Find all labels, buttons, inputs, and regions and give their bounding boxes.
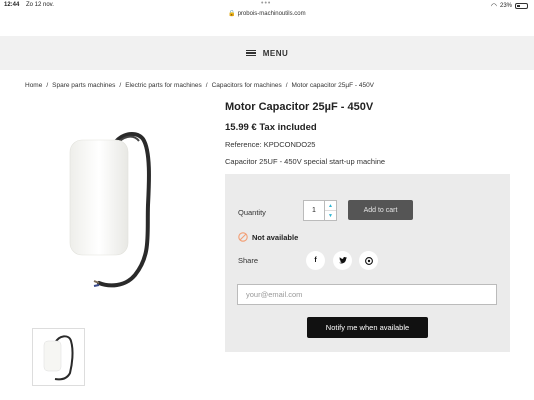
product-description: Capacitor 25UF - 450V special start-up m… [225, 157, 386, 166]
address-bar[interactable]: 🔒 probois-machinoutils.com [0, 10, 534, 17]
twitter-bird-icon [338, 257, 347, 264]
unavailable-icon [238, 232, 248, 242]
address-url: probois-machinoutils.com [237, 11, 306, 17]
status-time: 12:44 [4, 2, 20, 8]
quantity-input[interactable] [303, 200, 325, 221]
product-image[interactable] [55, 125, 165, 295]
battery-percent: 23% [499, 3, 512, 9]
notify-when-available-button[interactable]: Notify me when available [307, 317, 428, 338]
status-bar: 12:44 Zo 12 nov. ••• 🔒 probois-machinout… [0, 0, 534, 20]
lock-icon: 🔒 [228, 11, 236, 17]
breadcrumb-electric-parts[interactable]: Electric parts for machines [125, 82, 202, 89]
purchase-panel: Quantity ▲ ▼ Add to cart Not available S… [225, 174, 510, 352]
breadcrumb-spare-parts[interactable]: Spare parts machines [52, 82, 115, 89]
email-field[interactable] [237, 284, 497, 305]
twitter-icon[interactable] [333, 251, 352, 270]
quantity-label: Quantity [238, 208, 266, 217]
share-label: Share [238, 256, 259, 265]
product-title: Motor Capacitor 25µF - 450V [225, 101, 374, 113]
product-thumbnail[interactable] [32, 328, 85, 386]
chevron-down-icon[interactable]: ▼ [325, 211, 336, 221]
facebook-icon[interactable]: f [306, 251, 325, 270]
wifi-icon: ◠ [490, 3, 497, 10]
pinterest-icon[interactable] [359, 251, 378, 270]
menu-bar[interactable]: MENU [0, 36, 534, 70]
availability-status: Not available [238, 232, 298, 242]
tab-overview-dots-icon[interactable]: ••• [261, 0, 271, 7]
pinterest-logo-icon [364, 256, 373, 265]
add-to-cart-button[interactable]: Add to cart [348, 200, 413, 220]
chevron-up-icon[interactable]: ▲ [325, 201, 336, 211]
thumbnail-image [43, 335, 74, 381]
breadcrumb-home[interactable]: Home [25, 82, 42, 89]
quantity-stepper[interactable]: ▲ ▼ [325, 200, 337, 221]
breadcrumb-current: Motor capacitor 25µF - 450V [291, 82, 375, 89]
product-reference: Reference: KPDCONDO25 [225, 140, 316, 149]
status-date: Zo 12 nov. [26, 2, 54, 8]
battery-icon [515, 3, 528, 9]
breadcrumb: Home / Spare parts machines / Electric parts… [25, 82, 375, 89]
breadcrumb-capacitors[interactable]: Capacitors for machines [212, 82, 282, 89]
menu-label[interactable]: MENU [263, 49, 289, 58]
hamburger-icon[interactable] [245, 49, 256, 57]
product-price: 15.99 € Tax included [225, 122, 317, 133]
availability-text: Not available [252, 232, 299, 242]
status-indicators: ◠ 23% [491, 2, 528, 10]
